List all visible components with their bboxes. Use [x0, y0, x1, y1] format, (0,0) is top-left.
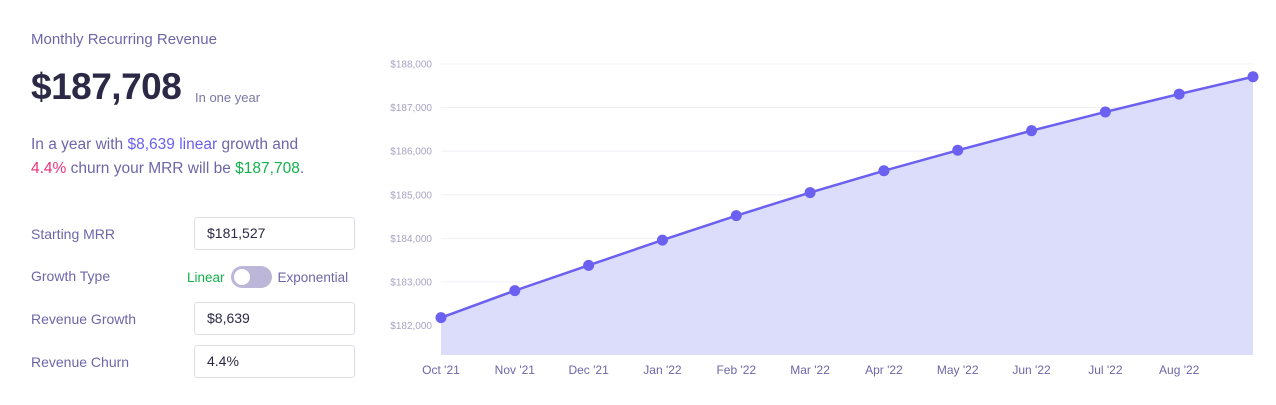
- y-tick-label: $182,000: [390, 321, 432, 332]
- y-tick-label: $187,000: [390, 103, 432, 114]
- y-tick-label: $183,000: [390, 277, 432, 288]
- data-point: [583, 259, 595, 271]
- y-tick-label: $185,000: [390, 190, 432, 201]
- x-tick-label: Nov '21: [495, 363, 536, 377]
- data-point: [1247, 71, 1259, 83]
- data-point: [1026, 125, 1038, 137]
- y-tick-label: $186,000: [390, 147, 432, 158]
- area-fill: [441, 76, 1253, 356]
- data-point: [435, 312, 447, 324]
- data-point: [1173, 88, 1185, 100]
- x-tick-label: Mar '22: [790, 363, 830, 377]
- y-tick-label: $184,000: [390, 234, 432, 245]
- x-tick-label: Aug '22: [1159, 363, 1200, 377]
- data-point: [656, 234, 668, 246]
- x-tick-label: Apr '22: [865, 363, 903, 377]
- data-point: [952, 144, 964, 156]
- x-tick-label: Oct '21: [422, 363, 460, 377]
- data-point: [1099, 106, 1111, 118]
- x-tick-label: Jan '22: [643, 363, 682, 377]
- data-point: [804, 187, 816, 199]
- data-point: [730, 210, 742, 222]
- x-tick-label: Feb '22: [716, 363, 756, 377]
- x-tick-label: Jun '22: [1012, 363, 1051, 377]
- x-tick-label: Jul '22: [1088, 363, 1123, 377]
- x-tick-label: May '22: [937, 363, 979, 377]
- mrr-area-chart: $182,000 $183,000 $184,000 $185,000 $186,000…: [390, 60, 1259, 377]
- x-tick-label: Dec '21: [568, 363, 609, 377]
- y-tick-label: $188,000: [390, 60, 432, 71]
- data-point: [878, 165, 890, 177]
- data-point: [509, 285, 521, 297]
